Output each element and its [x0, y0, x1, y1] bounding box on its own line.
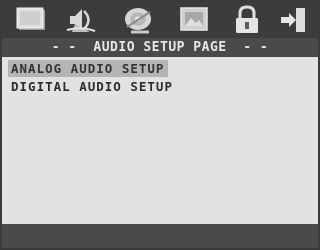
exit-icon[interactable]: [276, 4, 310, 36]
preference-icon[interactable]: [177, 4, 211, 36]
setup-menu: ANALOG AUDIO SETUP DIGITAL AUDIO SETUP: [2, 57, 318, 224]
video-setup-icon[interactable]: [121, 4, 155, 36]
password-lock-icon[interactable]: [230, 4, 264, 36]
setup-category-bar: [2, 2, 318, 38]
general-setup-icon[interactable]: [14, 4, 48, 36]
osd-setup-window: - - AUDIO SETUP PAGE - - ANALOG AUDIO SE…: [0, 0, 320, 250]
audio-setup-icon[interactable]: [64, 4, 98, 36]
menu-item-analog-audio-setup[interactable]: ANALOG AUDIO SETUP: [8, 60, 169, 77]
status-bar: [2, 224, 318, 248]
page-title: - - AUDIO SETUP PAGE - -: [2, 38, 318, 57]
menu-item-digital-audio-setup[interactable]: DIGITAL AUDIO SETUP: [8, 78, 177, 95]
